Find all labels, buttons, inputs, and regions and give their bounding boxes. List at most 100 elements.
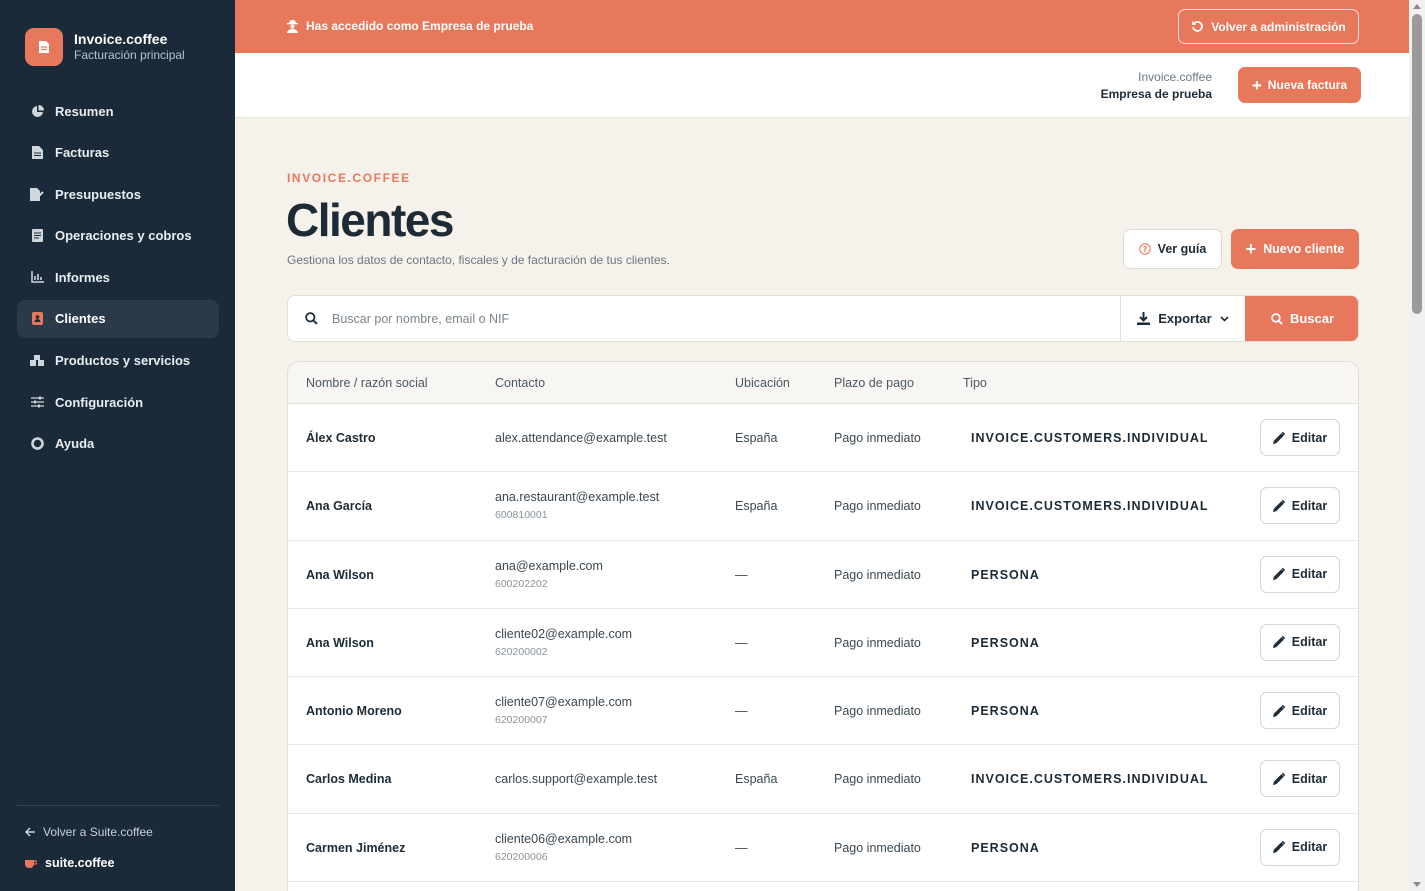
back-to-suite-link[interactable]: Volver a Suite.coffee <box>25 825 153 839</box>
table-body: Álex Castro alex.attendance@example.test… <box>288 404 1358 883</box>
edit-client-button[interactable]: Editar <box>1260 828 1340 866</box>
svg-text:?: ? <box>1142 245 1147 254</box>
question-circle-icon: ? <box>1138 243 1151 255</box>
sidebar-item-productos[interactable]: Productos y servicios <box>17 342 219 380</box>
client-contact: ana@example.com 600202202 <box>495 559 603 590</box>
table-row: Carmen Jiménez cliente06@example.com 620… <box>288 814 1358 883</box>
impersonation-banner: Has accedido como Empresa de prueba Volv… <box>235 0 1409 53</box>
column-header-payment-term[interactable]: Plazo de pago <box>834 376 914 390</box>
client-name: Antonio Moreno <box>306 704 402 719</box>
table-header: Nombre / razón social Contacto Ubicación… <box>288 362 1358 404</box>
undo-icon <box>1192 21 1204 32</box>
edit-client-button[interactable]: Editar <box>1260 760 1340 798</box>
brand[interactable]: Invoice.coffee Facturación principal <box>25 28 185 66</box>
suite-brand[interactable]: suite.coffee <box>25 856 114 870</box>
new-invoice-button[interactable]: + Nueva factura <box>1238 67 1361 103</box>
scroll-down-arrow-icon[interactable] <box>1413 882 1421 887</box>
sidebar-item-label: Presupuestos <box>55 186 141 202</box>
brand-subtitle: Facturación principal <box>74 48 185 63</box>
sidebar-item-facturas[interactable]: Facturas <box>17 134 219 172</box>
edit-client-label: Editar <box>1291 635 1328 650</box>
client-name: Ana García <box>306 499 373 514</box>
pencil-icon <box>1272 568 1285 581</box>
client-contact: cliente07@example.com 620200007 <box>495 695 632 726</box>
sidebar-item-clientes[interactable]: Clientes <box>17 299 219 338</box>
edit-client-button[interactable]: Editar <box>1260 692 1340 730</box>
client-type: PERSONA <box>971 635 1040 650</box>
plus-icon: + <box>1251 75 1262 95</box>
client-type: INVOICE.CUSTOMERS.INDIVIDUAL <box>971 499 1209 514</box>
sidebar-item-label: Facturas <box>55 145 110 161</box>
pencil-icon <box>1272 772 1285 785</box>
client-contact: alex.attendance@example.test <box>495 431 667 445</box>
client-contact: ana.restaurant@example.test 600810001 <box>495 490 659 521</box>
sidebar-item-operaciones[interactable]: Operaciones y cobros <box>17 217 219 255</box>
edit-client-button[interactable]: Editar <box>1260 419 1340 456</box>
sidebar: Invoice.coffee Facturación principal Res… <box>0 0 235 891</box>
client-phone: 620200006 <box>495 850 548 863</box>
company-switcher[interactable]: Invoice.coffee Empresa de prueba <box>1101 69 1212 103</box>
client-email: ana.restaurant@example.test <box>495 490 660 505</box>
column-header-type[interactable]: Tipo <box>963 376 987 390</box>
new-invoice-label: Nueva factura <box>1267 78 1348 92</box>
edit-client-label: Editar <box>1291 840 1328 855</box>
column-header-contact[interactable]: Contacto <box>495 376 545 390</box>
client-phone: 600810001 <box>495 509 548 522</box>
client-location: — <box>735 567 748 582</box>
sidebar-item-label: Productos y servicios <box>55 353 191 369</box>
banner-text: Has accedido como Empresa de prueba <box>306 19 534 33</box>
column-header-name[interactable]: Nombre / razón social <box>306 376 428 390</box>
client-phone: 620200007 <box>495 714 548 727</box>
scroll-up-arrow-icon[interactable] <box>1413 4 1421 9</box>
edit-client-button[interactable]: Editar <box>1260 623 1340 661</box>
sidebar-item-presupuestos[interactable]: Presupuestos <box>17 175 219 213</box>
client-phone: 600202202 <box>495 577 548 590</box>
search-bar: Exportar Buscar <box>287 295 1359 342</box>
edit-client-button[interactable]: Editar <box>1260 555 1340 593</box>
scrollbar[interactable] <box>1409 0 1425 891</box>
pencil-icon <box>1272 704 1285 717</box>
search-button[interactable]: Buscar <box>1245 296 1358 341</box>
search-input[interactable] <box>332 296 1112 341</box>
pencil-icon <box>1272 431 1285 444</box>
sidebar-item-configuracion[interactable]: Configuración <box>17 383 219 421</box>
client-location: — <box>735 840 748 855</box>
sidebar-nav: Resumen Facturas Presupuestos Operacione… <box>17 92 219 466</box>
client-phone: 620200002 <box>495 645 548 658</box>
client-payment-term: Pago inmediato <box>834 499 921 514</box>
client-email: cliente07@example.com <box>495 695 633 710</box>
brand-title: Invoice.coffee <box>74 31 168 48</box>
sidebar-item-ayuda[interactable]: Ayuda <box>17 425 219 463</box>
new-client-label: Nuevo cliente <box>1263 242 1345 256</box>
new-client-button[interactable]: + Nuevo cliente <box>1231 229 1359 269</box>
sidebar-divider <box>17 805 219 806</box>
edit-client-button[interactable]: Editar <box>1260 487 1340 525</box>
sidebar-item-resumen[interactable]: Resumen <box>17 92 219 130</box>
client-type: INVOICE.CUSTOMERS.INDIVIDUAL <box>971 772 1209 787</box>
column-header-location[interactable]: Ubicación <box>735 376 790 390</box>
view-guide-button[interactable]: ? Ver guía <box>1123 229 1222 269</box>
sidebar-item-label: Resumen <box>55 103 114 119</box>
client-contact: cliente02@example.com 620200002 <box>495 627 632 658</box>
edit-client-label: Editar <box>1291 703 1328 718</box>
client-type: PERSONA <box>971 840 1040 855</box>
bar-chart-icon <box>30 270 44 284</box>
life-ring-icon <box>30 437 44 451</box>
sidebar-item-informes[interactable]: Informes <box>17 258 219 296</box>
client-location: — <box>735 635 748 650</box>
export-dropdown-button[interactable]: Exportar <box>1120 296 1245 341</box>
table-row: Ana Wilson ana@example.com 600202202 — P… <box>288 541 1358 609</box>
client-payment-term: Pago inmediato <box>834 704 921 719</box>
client-location: — <box>735 704 748 719</box>
client-type: PERSONA <box>971 704 1040 719</box>
client-payment-term: Pago inmediato <box>834 840 921 855</box>
client-type: INVOICE.CUSTOMERS.INDIVIDUAL <box>971 431 1209 445</box>
clients-table: Nombre / razón social Contacto Ubicación… <box>287 361 1359 891</box>
scroll-thumb[interactable] <box>1412 14 1422 314</box>
plus-icon: + <box>1245 239 1257 259</box>
back-to-admin-button[interactable]: Volver a administración <box>1178 9 1359 44</box>
client-location: España <box>735 772 778 787</box>
page-description: Gestiona los datos de contacto, fiscales… <box>287 253 670 267</box>
edit-client-label: Editar <box>1291 430 1328 445</box>
table-row: Ana García ana.restaurant@example.test 6… <box>288 472 1358 541</box>
